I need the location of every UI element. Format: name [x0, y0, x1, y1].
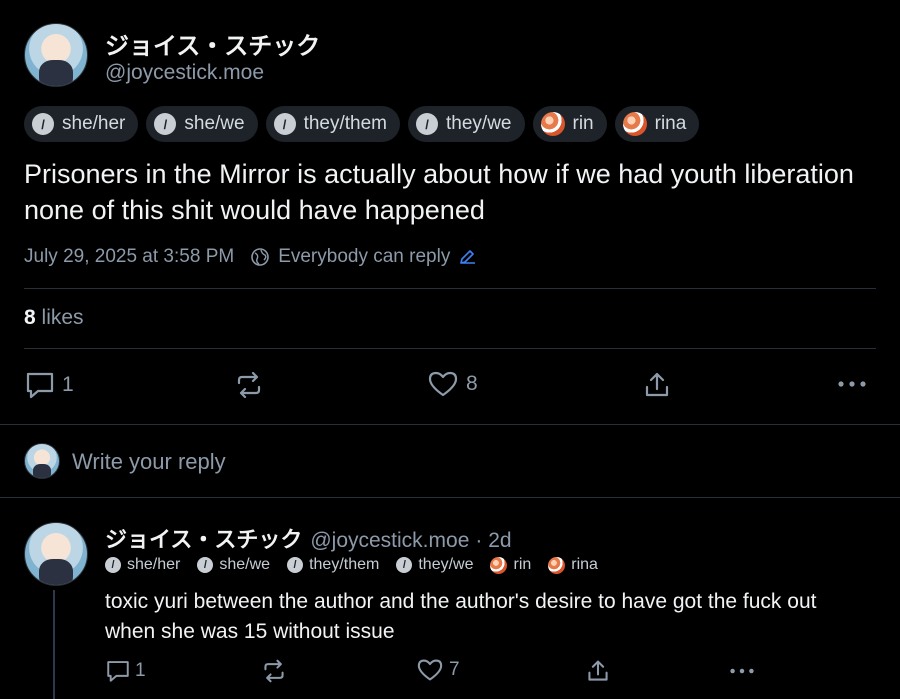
pronoun-tag[interactable]: rina: [548, 556, 598, 574]
comment-repost-button[interactable]: [261, 659, 287, 683]
divider: [24, 288, 876, 289]
author-avatar[interactable]: [24, 23, 88, 87]
comment-like-button[interactable]: 7: [417, 658, 460, 682]
chat-bubble-icon: [107, 661, 129, 682]
pronoun-tag[interactable]: rin: [490, 556, 531, 574]
reply-count: 1: [62, 373, 74, 396]
repost-button[interactable]: [234, 371, 264, 399]
ellipsis-icon: [838, 381, 866, 387]
slash-badge-icon: /: [197, 557, 214, 573]
pronoun-tag[interactable]: / she/her: [24, 106, 139, 142]
share-button[interactable]: [643, 370, 671, 400]
pronoun-tags: / she/her / she/we / they/them / they/we rin…: [24, 106, 700, 142]
reply-button[interactable]: 1: [24, 370, 74, 400]
pronoun-tag-label: rina: [654, 113, 687, 134]
comment-share-button[interactable]: [586, 658, 610, 684]
comment-more-options-button[interactable]: [728, 659, 756, 683]
reply-settings-label: Everybody can reply: [278, 246, 451, 267]
heart-icon: [428, 371, 458, 397]
share-icon: [645, 372, 669, 397]
comment-like-count: 7: [449, 659, 460, 680]
pronoun-tag-label: rin: [572, 113, 594, 134]
pronoun-tag[interactable]: / they/them: [265, 106, 401, 142]
slash-badge-icon: /: [273, 113, 296, 135]
globe-icon: [251, 248, 269, 266]
divider: [24, 348, 876, 349]
pronoun-tag-label: they/we: [418, 556, 474, 573]
pronoun-tag-label: she/we: [184, 113, 245, 134]
slash-badge-icon: /: [32, 113, 54, 135]
more-options-button[interactable]: [836, 370, 868, 398]
comment-header: ジョイス・スチック @joycestick.moe · 2d: [105, 522, 512, 554]
pronoun-tag[interactable]: rina: [614, 106, 700, 142]
pronoun-tag[interactable]: rin: [532, 106, 607, 142]
divider: [0, 424, 900, 425]
ellipsis-icon: [730, 668, 754, 674]
repost-icon: [264, 659, 284, 683]
pronoun-tag-label: she/her: [127, 556, 181, 573]
reply-placeholder[interactable]: Write your reply: [72, 449, 226, 475]
like-count: 8: [466, 372, 478, 395]
pronoun-tag-label: they/them: [309, 556, 380, 573]
comment-text: toxic yuri between the author and the au…: [105, 590, 817, 643]
author-handle[interactable]: @joycestick.moe: [105, 61, 264, 85]
comment-reply-count: 1: [135, 660, 146, 681]
divider: [0, 497, 900, 498]
flower-badge-icon: [490, 556, 508, 574]
post-meta: July 29, 2025 at 3:58 PM Everybody can r…: [24, 246, 476, 268]
reply-settings[interactable]: Everybody can reply: [250, 246, 476, 268]
chat-bubble-icon: [26, 372, 54, 399]
comment-pronoun-tags: / she/her / she/we / they/them / they/we rin…: [105, 556, 598, 574]
heart-icon: [417, 659, 443, 681]
flower-badge-icon: [540, 112, 565, 136]
slash-badge-icon: /: [287, 557, 304, 573]
pronoun-tag-label: they/them: [303, 113, 388, 134]
pencil-icon[interactable]: [458, 248, 476, 266]
pronoun-tag-label: they/we: [446, 113, 512, 134]
pronoun-tag[interactable]: / she/we: [146, 106, 258, 142]
slash-badge-icon: /: [154, 113, 177, 135]
pronoun-tag[interactable]: / she/we: [197, 556, 270, 574]
pronoun-tag-label: she/her: [62, 113, 126, 134]
pronoun-tag-label: rina: [571, 556, 598, 573]
pronoun-tag[interactable]: / they/we: [408, 106, 525, 142]
current-user-avatar: [24, 443, 60, 479]
comment-author-name[interactable]: ジョイス・スチック: [105, 522, 302, 554]
likes-summary[interactable]: 8 likes: [24, 306, 84, 330]
comment-reply-button[interactable]: 1: [105, 658, 146, 684]
post-timestamp[interactable]: July 29, 2025 at 3:58 PM: [24, 246, 234, 268]
flower-badge-icon: [622, 112, 647, 136]
likes-count: 8: [24, 306, 36, 329]
flower-badge-icon: [548, 556, 566, 574]
pronoun-tag[interactable]: / she/her: [105, 556, 180, 574]
pronoun-tag-label: she/we: [219, 556, 271, 573]
pronoun-tag[interactable]: / they/them: [287, 556, 379, 574]
slash-badge-icon: /: [105, 557, 121, 573]
comment-age[interactable]: · 2d: [475, 529, 511, 553]
post-text: Prisoners in the Mirror is actually abou…: [24, 159, 854, 225]
pronoun-tag-label: rin: [513, 556, 532, 573]
pronoun-tag[interactable]: / they/we: [396, 556, 473, 574]
like-button[interactable]: 8: [428, 370, 478, 398]
thread-line: [53, 590, 55, 699]
author-name[interactable]: ジョイス・スチック: [105, 26, 320, 61]
slash-badge-icon: /: [416, 113, 439, 135]
share-icon: [588, 660, 608, 681]
repost-icon: [237, 371, 261, 399]
comment-author-handle[interactable]: @joycestick.moe: [310, 529, 469, 553]
comment-author-avatar[interactable]: [24, 522, 88, 586]
reply-composer[interactable]: Write your reply: [24, 443, 874, 483]
likes-label: likes: [41, 306, 84, 329]
slash-badge-icon: /: [396, 557, 413, 573]
